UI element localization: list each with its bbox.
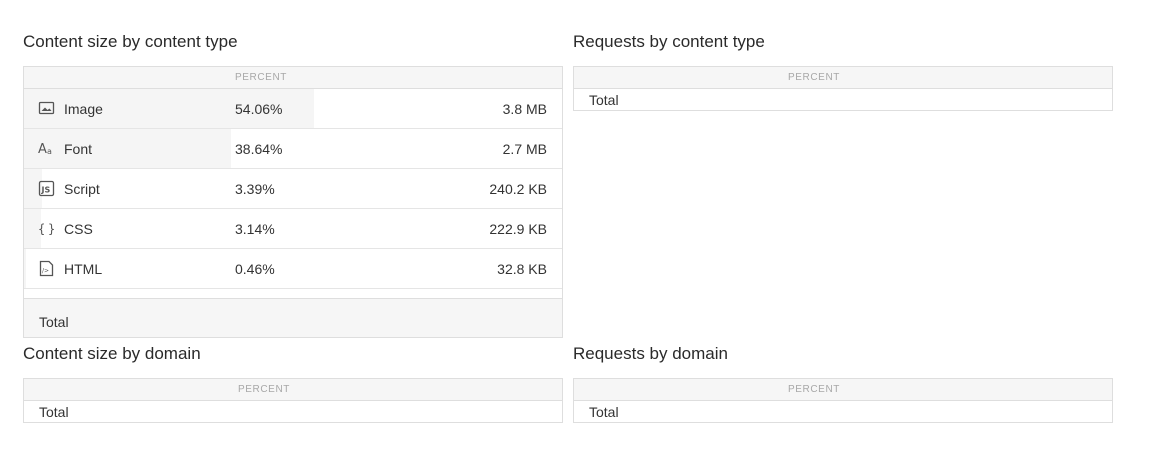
total-label: Total [39, 314, 69, 330]
svg-text:{: { [38, 222, 45, 236]
panel-title: Content size by content type [23, 32, 238, 51]
content-type-size: 3.8 MB [502, 101, 547, 117]
svg-text:}: } [48, 222, 55, 236]
share-bar [24, 249, 26, 288]
total-label: Total [589, 404, 619, 420]
content-type-name: Font [64, 141, 93, 157]
total-row: Total [574, 89, 1112, 110]
image-icon [38, 101, 55, 115]
content-type-percent: 54.06% [235, 101, 283, 117]
content-type-size: 222.9 KB [489, 221, 547, 237]
content-type-name: CSS [64, 221, 93, 237]
table-spacer [24, 289, 562, 299]
percent-column-header[interactable]: PERCENT [788, 72, 840, 83]
content-type-size: 240.2 KB [489, 181, 547, 197]
requests-by-type-panel: Requests by content type PERCENT Total [573, 32, 1113, 112]
html-icon: /> [39, 260, 54, 277]
svg-text:/>: /> [42, 268, 49, 275]
panel-title: Requests by content type [573, 32, 765, 51]
content-type-name: Image [64, 101, 103, 117]
content-type-name: HTML [64, 261, 103, 277]
content-type-size: 2.7 MB [502, 141, 547, 157]
percent-column-header[interactable]: PERCENT [788, 384, 840, 395]
total-label: Total [39, 404, 69, 420]
content-type-name: Script [64, 181, 100, 197]
content-size-by-domain-table: PERCENT Total [23, 378, 563, 423]
requests-by-type-table: PERCENT Total [573, 66, 1113, 111]
panel-title: Requests by domain [573, 344, 728, 363]
total-row: Total [574, 401, 1112, 422]
content-type-size: 32.8 KB [497, 261, 547, 277]
content-size-by-type-panel: Content size by content type PERCENT Ima… [23, 32, 563, 342]
script-icon: JS [38, 180, 55, 197]
content-type-percent: 3.39% [235, 181, 275, 197]
table-header: PERCENT [574, 379, 1112, 401]
table-row-html[interactable]: /> HTML 0.46% 32.8 KB [24, 249, 562, 289]
table-row-css[interactable]: { } CSS 3.14% 222.9 KB [24, 209, 562, 249]
total-row: Total [24, 401, 562, 422]
total-label: Total [589, 92, 619, 108]
requests-by-domain-panel: Requests by domain PERCENT Total [573, 344, 1113, 424]
svg-text:a: a [47, 147, 52, 156]
content-size-by-type-table: PERCENT Image 54.06% 3.8 MB A a Font 38.… [23, 66, 563, 338]
css-icon: { } [38, 222, 55, 236]
table-row-script[interactable]: JS Script 3.39% 240.2 KB [24, 169, 562, 209]
table-header: PERCENT [24, 67, 562, 89]
total-row: Total [24, 299, 562, 337]
content-type-percent: 0.46% [235, 261, 275, 277]
table-header: PERCENT [24, 379, 562, 401]
content-type-percent: 3.14% [235, 221, 275, 237]
font-icon: A a [38, 142, 52, 157]
svg-text:JS: JS [41, 186, 51, 195]
content-size-by-domain-panel: Content size by domain PERCENT Total [23, 344, 563, 424]
table-header: PERCENT [574, 67, 1112, 89]
percent-column-header[interactable]: PERCENT [235, 72, 287, 83]
share-bar [24, 129, 231, 168]
panel-title: Content size by domain [23, 344, 201, 363]
percent-column-header[interactable]: PERCENT [238, 384, 290, 395]
requests-by-domain-table: PERCENT Total [573, 378, 1113, 423]
table-row-font[interactable]: A a Font 38.64% 2.7 MB [24, 129, 562, 169]
svg-text:A: A [38, 142, 47, 157]
content-type-percent: 38.64% [235, 141, 283, 157]
table-row-image[interactable]: Image 54.06% 3.8 MB [24, 89, 562, 129]
